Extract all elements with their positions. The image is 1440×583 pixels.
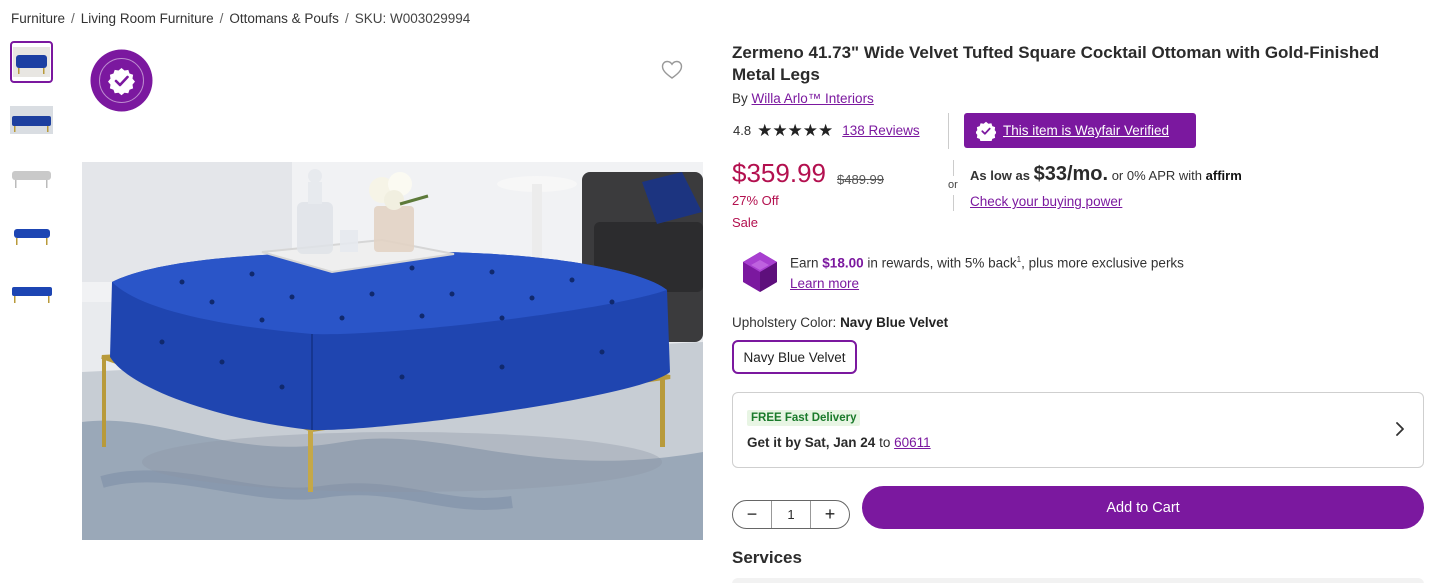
breadcrumb: Furniture / Living Room Furniture / Otto… bbox=[11, 11, 470, 26]
breadcrumb-living-room[interactable]: Living Room Furniture bbox=[81, 11, 214, 26]
reviews-link[interactable]: 138 Reviews bbox=[842, 123, 919, 138]
rewards-amount: $18.00 bbox=[822, 255, 864, 271]
financing-offer: As low as $33/mo. or 0% APR with affirm bbox=[970, 163, 1242, 186]
divider bbox=[953, 160, 954, 176]
decrement-button[interactable]: − bbox=[733, 501, 771, 528]
as-low-as-label: As low as bbox=[970, 168, 1030, 183]
increment-button[interactable]: + bbox=[811, 501, 849, 528]
brand-byline: By Willa Arlo™ Interiors bbox=[732, 91, 874, 106]
product-title: Zermeno 41.73" Wide Velvet Tufted Square… bbox=[732, 43, 1380, 84]
delivery-estimate: Get it by Sat, Jan 24 to 60611 bbox=[747, 435, 931, 450]
option-selected: Navy Blue Velvet bbox=[840, 315, 949, 330]
free-delivery-badge: FREE Fast Delivery bbox=[747, 410, 861, 426]
product-hero-image[interactable] bbox=[82, 162, 703, 540]
color-option-navy-blue-velvet[interactable]: Navy Blue Velvet bbox=[732, 340, 857, 374]
divider bbox=[953, 195, 954, 211]
star-rating-icon: ★★★★★ bbox=[757, 121, 834, 140]
discount-percent: 27% Off bbox=[732, 193, 779, 208]
breadcrumb-sku: SKU: W003029994 bbox=[354, 11, 471, 26]
rating-summary: 4.8 ★★★★★ 138 Reviews bbox=[733, 122, 920, 139]
quantity-stepper: − 1 + bbox=[732, 500, 850, 529]
thumbnail-4[interactable] bbox=[10, 215, 53, 257]
breadcrumb-separator: / bbox=[219, 11, 224, 26]
chevron-right-icon bbox=[1396, 422, 1404, 436]
quantity-value[interactable]: 1 bbox=[771, 501, 811, 528]
breadcrumb-furniture[interactable]: Furniture bbox=[11, 11, 65, 26]
rewards-earn: Earn bbox=[790, 255, 819, 271]
heart-icon[interactable] bbox=[661, 60, 683, 80]
option-label: Upholstery Color: bbox=[732, 315, 837, 330]
brand-link[interactable]: Willa Arlo™ Interiors bbox=[752, 91, 874, 106]
or-label: or bbox=[948, 179, 958, 191]
thumbnail-1[interactable] bbox=[10, 41, 53, 83]
services-heading: Services bbox=[732, 548, 802, 567]
affirm-logo-icon: affirm bbox=[1205, 168, 1242, 183]
rewards-tail: , plus more exclusive perks bbox=[1021, 255, 1184, 271]
divider bbox=[948, 113, 949, 149]
apr-text: or 0% APR with bbox=[1111, 168, 1203, 183]
breadcrumb-separator: / bbox=[71, 11, 75, 26]
thumbnail-5[interactable] bbox=[10, 273, 53, 315]
wayfair-verified-seal bbox=[90, 49, 153, 112]
add-to-cart-button[interactable]: Add to Cart bbox=[862, 486, 1424, 529]
thumbnail-3[interactable] bbox=[10, 157, 53, 199]
breadcrumb-ottomans[interactable]: Ottomans & Poufs bbox=[229, 11, 339, 26]
thumbnail-2[interactable] bbox=[10, 99, 53, 141]
zip-code-link[interactable]: 60611 bbox=[894, 435, 931, 450]
monthly-price: $33/mo. bbox=[1033, 163, 1109, 185]
original-price: $489.99 bbox=[837, 172, 884, 187]
rewards-text: Earn $18.00 in rewards, with 5% back1, p… bbox=[790, 255, 1184, 271]
services-panel bbox=[732, 578, 1424, 583]
rating-value: 4.8 bbox=[733, 123, 752, 138]
sale-label: Sale bbox=[732, 215, 759, 230]
rewards-rest: in rewards, with 5% back bbox=[867, 255, 1017, 271]
delivery-to: to bbox=[879, 435, 891, 450]
delivery-date: Get it by Sat, Jan 24 bbox=[747, 435, 876, 450]
check-buying-power-link[interactable]: Check your buying power bbox=[970, 194, 1122, 209]
learn-more-link[interactable]: Learn more bbox=[790, 276, 859, 291]
verified-check-icon bbox=[976, 121, 996, 141]
breadcrumb-separator: / bbox=[344, 11, 349, 26]
wayfair-verified-button[interactable]: This item is Wayfair Verified bbox=[964, 113, 1196, 148]
verified-label: This item is Wayfair Verified bbox=[1003, 123, 1170, 138]
thumbnail-list bbox=[10, 41, 54, 331]
sale-price: $359.99 bbox=[732, 158, 826, 188]
upholstery-color-label: Upholstery Color: Navy Blue Velvet bbox=[732, 315, 948, 330]
rewards-gem-icon bbox=[741, 251, 779, 293]
delivery-card[interactable]: FREE Fast Delivery Get it by Sat, Jan 24… bbox=[732, 392, 1424, 468]
by-label: By bbox=[732, 91, 748, 106]
